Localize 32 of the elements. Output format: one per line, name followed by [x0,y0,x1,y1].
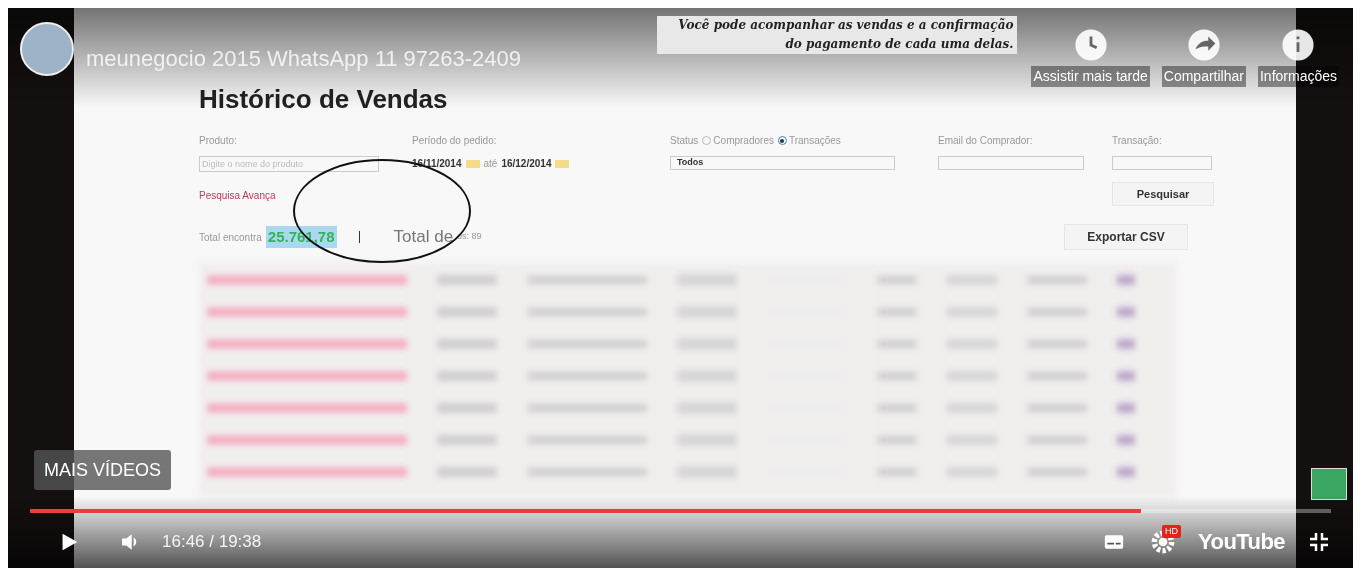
date-separator: até [483,157,498,171]
time-display: 16:46 / 19:38 [162,530,262,553]
video-thumbnail[interactable] [1311,468,1347,500]
advanced-search-link[interactable]: Pesquisa Avança [199,188,384,203]
field-label: Transação: [1112,134,1163,148]
share-icon[interactable] [1186,28,1221,62]
action-label[interactable]: Compartilhar [1161,66,1246,87]
radio-label: Transações [788,134,841,148]
date-field[interactable]: 16/11/2014 [412,156,462,171]
radio-label: Compradores [713,134,774,148]
page-caption: Você pode acompanhar as vendas e a confirmação do pagamento de cada uma delas. [657,16,1018,54]
total-found-label: Total encontra [199,230,262,245]
field-label: Produto: [199,134,238,148]
clock-icon[interactable] [1073,28,1108,62]
transaction-field[interactable] [1112,156,1212,170]
date-field[interactable]: 16/12/2014 [501,156,552,171]
field-label: Período do pedido: [412,134,498,148]
page-title: Histórico de Vendas [199,83,448,116]
info-icon[interactable] [1281,28,1316,62]
channel-avatar[interactable] [20,22,74,76]
field-label: Status [670,134,699,148]
search-button[interactable]: Pesquisar [1112,182,1214,206]
field-label: Email do Comprador: [938,134,1034,148]
settings-icon[interactable] [1150,528,1176,555]
action-label[interactable]: Informações [1257,66,1339,87]
email-field[interactable] [938,156,1084,170]
export-csv-button[interactable]: Exportar CSV [1064,224,1188,250]
status-select[interactable]: Todos [670,156,895,170]
total-orders-label: Total de [393,226,454,249]
text-cursor-icon [358,231,360,243]
more-videos-button[interactable]: MAIS VÍDEOS [34,450,172,490]
action-label[interactable]: Assistir mais tarde [1031,66,1150,87]
